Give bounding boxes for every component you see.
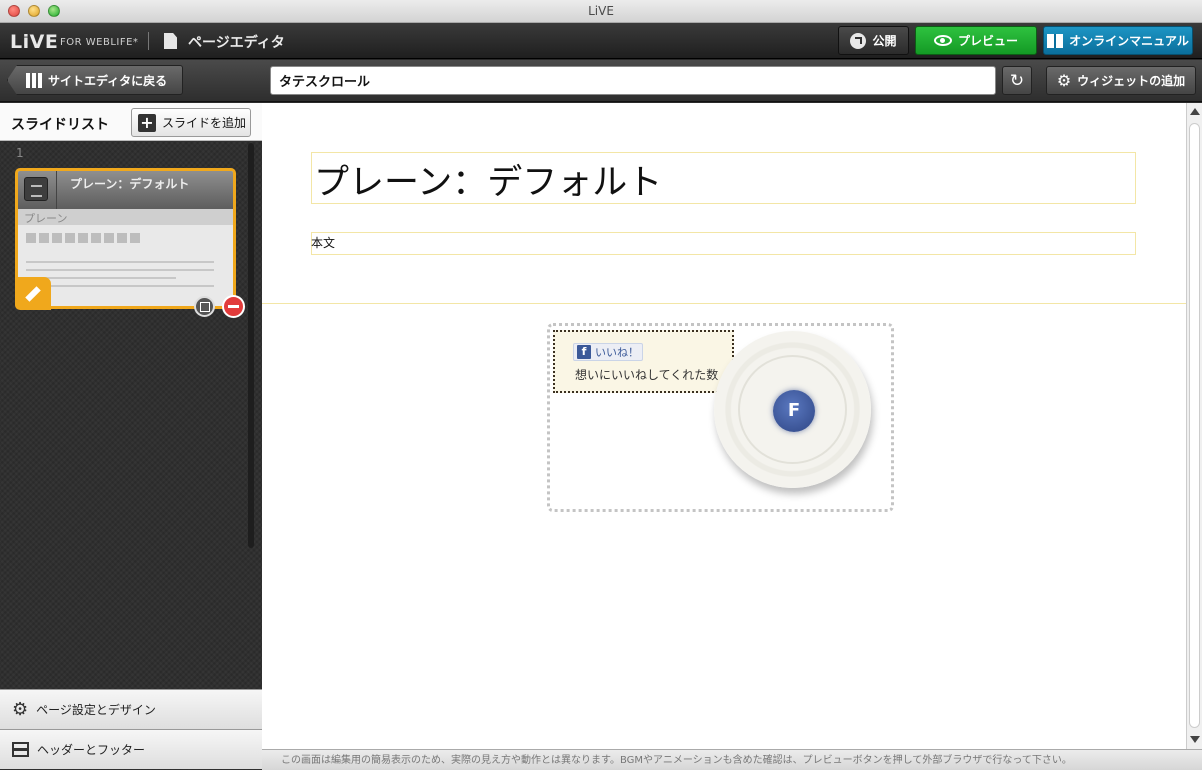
page-settings-label: ページ設定とデザイン xyxy=(36,703,156,717)
book-icon xyxy=(1047,33,1064,48)
preview-button-label: プレビュー xyxy=(957,34,1018,48)
publish-button[interactable]: 公開 xyxy=(838,26,909,55)
edit-slide-button[interactable] xyxy=(15,277,51,310)
header-divider xyxy=(148,32,149,50)
pencil-icon xyxy=(25,286,41,302)
add-slide-label: スライドを追加 xyxy=(162,116,247,130)
slide-body-text[interactable]: 本文 xyxy=(311,234,335,251)
window-title: LiVE xyxy=(588,4,614,18)
page-title-input[interactable] xyxy=(270,66,996,95)
eye-icon xyxy=(933,35,952,46)
slide-list-header: スライドリスト + スライドを追加 xyxy=(0,103,262,141)
slide-type: プレーン xyxy=(18,209,233,225)
f-badge: F xyxy=(773,390,815,432)
editor-notice: この画面は編集用の簡易表示のため、実際の見え方や動作とは異なります。BGMやアニ… xyxy=(262,749,1202,770)
like-widget-label-box xyxy=(553,330,734,393)
header-footer-label: ヘッダーとフッター xyxy=(37,743,146,757)
page-canvas: プレーン：デフォルト 本文 f いいね！ 想いにいいねしてくれた数 F xyxy=(262,103,1186,749)
scroll-down-icon[interactable] xyxy=(1190,736,1200,743)
gear-icon: ⚙ xyxy=(1056,70,1072,90)
add-slide-button[interactable]: + スライドを追加 xyxy=(131,108,251,137)
slide-preview-line xyxy=(26,261,214,263)
publish-button-label: 公開 xyxy=(872,34,897,48)
like-caption: 想いにいいねしてくれた数 xyxy=(575,368,719,382)
add-widget-button[interactable]: ⚙ ウィジェットの追加 xyxy=(1046,66,1196,95)
header-footer-icon xyxy=(12,742,29,757)
app-logo: LiVE xyxy=(10,31,59,53)
online-manual-button[interactable]: オンラインマニュアル xyxy=(1043,26,1193,55)
slide-list-title: スライドリスト xyxy=(11,117,109,133)
duplicate-slide-button[interactable] xyxy=(194,296,215,317)
delete-slide-button[interactable] xyxy=(222,295,245,318)
slide-preview-line xyxy=(26,269,214,271)
gear-icon: ⚙ xyxy=(12,699,29,720)
online-manual-button-label: オンラインマニュアル xyxy=(1069,34,1189,48)
slide-number: 1 xyxy=(16,146,24,160)
preview-button[interactable]: プレビュー xyxy=(915,26,1037,55)
reload-button[interactable]: ↻ xyxy=(1002,66,1032,95)
body-frame[interactable] xyxy=(311,232,1136,255)
slide-heading[interactable]: プレーン：デフォルト xyxy=(314,154,662,205)
editor-title: ページエディタ xyxy=(188,35,285,51)
page-toolbar: サイトエディタに戻る ↻ ⚙ ウィジェットの追加 xyxy=(0,60,1202,102)
publish-icon xyxy=(850,32,867,49)
plus-icon: + xyxy=(138,113,156,132)
grid-icon xyxy=(26,72,42,88)
reload-icon: ↻ xyxy=(1009,70,1025,91)
add-widget-label: ウィジェットの追加 xyxy=(1077,74,1186,88)
window-titlebar: LiVE xyxy=(0,0,1202,23)
back-button-label: サイトエディタに戻る xyxy=(48,73,168,88)
scrollbar-thumb[interactable] xyxy=(1189,123,1200,728)
list-icon xyxy=(24,177,48,201)
facebook-like-button[interactable]: f いいね！ xyxy=(573,343,643,361)
slide-sidebar: スライドリスト + スライドを追加 1 プレーン：デフォルト プレーン ⚙ ペー… xyxy=(0,103,262,770)
header-footer-button[interactable]: ヘッダーとフッター xyxy=(0,729,262,769)
slide-divider xyxy=(262,303,1186,304)
app-header: LiVE FOR WEBLIFE* ページエディタ 公開 プレビュー オンライン… xyxy=(0,23,1202,59)
facebook-icon: f xyxy=(577,345,591,359)
slide-preview-line xyxy=(26,285,214,287)
scroll-up-icon[interactable] xyxy=(1190,108,1200,115)
app-logo-subtitle: FOR WEBLIFE* xyxy=(60,37,139,48)
slide-list-scrollbar[interactable] xyxy=(248,143,254,548)
page-settings-button[interactable]: ⚙ ページ設定とデザイン xyxy=(0,689,262,729)
slide-thumbnail-header: プレーン：デフォルト xyxy=(18,171,233,209)
slide-preview-blocks xyxy=(26,233,140,243)
slide-header-divider xyxy=(56,171,57,209)
document-icon xyxy=(164,33,177,49)
like-button-label: いいね！ xyxy=(595,346,639,359)
back-to-site-editor-button[interactable]: サイトエディタに戻る xyxy=(7,65,183,95)
canvas-scrollbar[interactable] xyxy=(1186,103,1202,749)
slide-name: プレーン：デフォルト xyxy=(70,177,190,191)
